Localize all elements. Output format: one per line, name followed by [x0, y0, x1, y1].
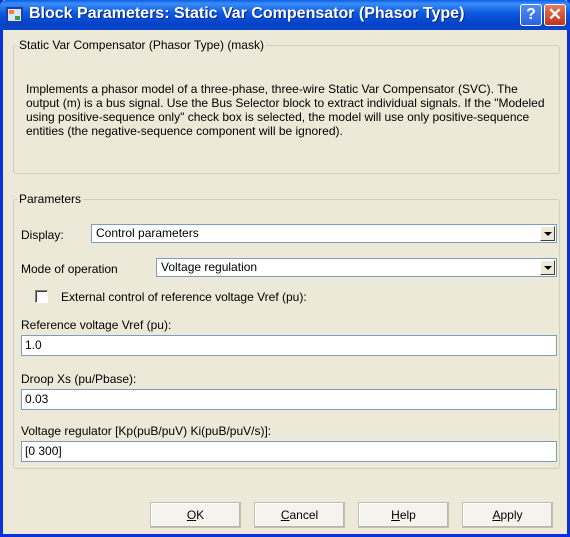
display-select[interactable]: Control parameters: [91, 224, 557, 243]
external-control-label: External control of reference voltage Vr…: [61, 290, 307, 304]
droop-label: Droop Xs (pu/Pbase):: [21, 372, 137, 386]
mask-group-title: Static Var Compensator (Phasor Type) (ma…: [19, 38, 264, 52]
dropdown-arrow-icon[interactable]: [540, 226, 555, 241]
cancel-label: ancel: [289, 508, 319, 522]
cancel-button[interactable]: Cancel: [254, 502, 345, 528]
help-button[interactable]: Help: [358, 502, 449, 528]
vref-label: Reference voltage Vref (pu):: [21, 318, 172, 332]
apply-mnemonic: A: [492, 508, 501, 522]
display-label: Display:: [21, 228, 64, 242]
voltage-regulator-input[interactable]: [0 300]: [21, 441, 557, 462]
droop-input[interactable]: 0.03: [21, 389, 557, 410]
title-bar[interactable]: Block Parameters: Static Var Compensator…: [0, 0, 570, 30]
voltage-regulator-label: Voltage regulator [Kp(puB/puV) Ki(puB/pu…: [21, 424, 272, 438]
dropdown-arrow-icon[interactable]: [540, 260, 555, 275]
simulink-block-icon: [6, 7, 23, 23]
block-parameters-dialog: Block Parameters: Static Var Compensator…: [0, 0, 570, 537]
help-label: elp: [399, 508, 416, 522]
help-mnemonic: H: [391, 508, 400, 522]
parameters-group-title: Parameters: [19, 192, 82, 206]
ok-label: K: [196, 508, 205, 522]
display-select-value: Control parameters: [96, 226, 199, 240]
mask-description: Implements a phasor model of a three-pha…: [26, 82, 545, 138]
window-title: Block Parameters: Static Var Compensator…: [29, 5, 465, 22]
mode-of-operation-label: Mode of operation: [21, 262, 118, 276]
help-icon[interactable]: ?: [520, 4, 542, 26]
apply-button[interactable]: Apply: [462, 502, 553, 528]
ok-button[interactable]: OK: [150, 502, 241, 528]
external-control-checkbox[interactable]: [35, 290, 48, 303]
close-icon[interactable]: ✕: [544, 4, 566, 26]
ok-mnemonic: O: [186, 508, 197, 522]
mode-of-operation-select[interactable]: Voltage regulation: [156, 258, 557, 277]
mode-select-value: Voltage regulation: [161, 260, 258, 274]
apply-label: pply: [500, 508, 523, 522]
mask-description-group: Static Var Compensator (Phasor Type) (ma…: [13, 38, 560, 174]
vref-input[interactable]: 1.0: [21, 335, 557, 356]
